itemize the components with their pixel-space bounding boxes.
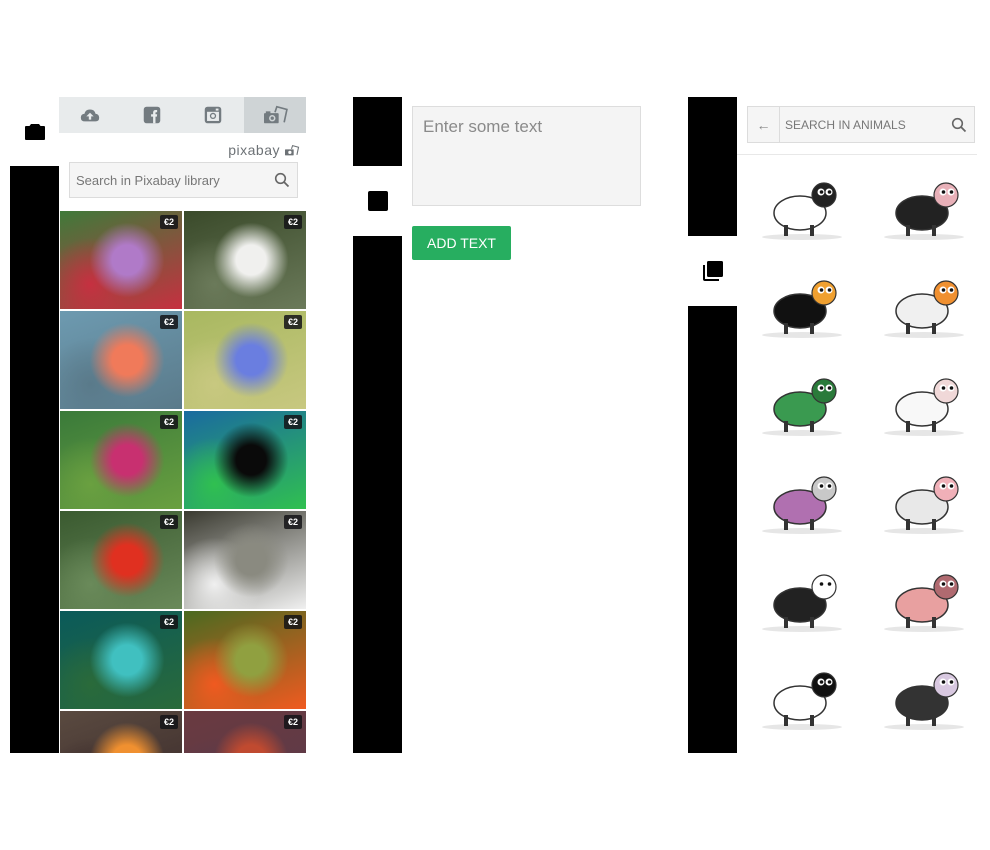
animal-sticker-panda[interactable] bbox=[752, 655, 852, 735]
photo-tile[interactable]: €2 bbox=[184, 411, 306, 509]
photo-tile[interactable]: €2 bbox=[184, 611, 306, 709]
text-input-wrapper bbox=[412, 106, 641, 206]
animals-search-input[interactable] bbox=[780, 107, 951, 142]
price-badge: €2 bbox=[283, 515, 302, 529]
tab-pixabay[interactable] bbox=[244, 97, 306, 133]
text-icon bbox=[701, 189, 725, 213]
sidebar-background bbox=[10, 306, 59, 753]
sidebar-tab-photos[interactable] bbox=[10, 97, 59, 167]
price-badge: €2 bbox=[159, 415, 178, 429]
pixabay-search-input[interactable] bbox=[70, 163, 266, 197]
penguin-icon bbox=[762, 574, 842, 632]
price-badge: €2 bbox=[159, 515, 178, 529]
camera-icon bbox=[701, 120, 725, 144]
photo-tile[interactable]: €2 bbox=[60, 411, 182, 509]
sidebar-tab-photos[interactable] bbox=[688, 97, 737, 167]
animal-sticker-toucan[interactable] bbox=[752, 263, 852, 343]
photo-tile[interactable]: €2 bbox=[60, 711, 182, 753]
animal-sticker-rhino[interactable] bbox=[752, 459, 852, 539]
animal-sticker-penguin[interactable] bbox=[752, 557, 852, 637]
text-icon bbox=[366, 189, 390, 213]
pixabay-search bbox=[69, 162, 298, 198]
photo-tile[interactable]: €2 bbox=[184, 511, 306, 609]
rabbit-icon bbox=[884, 476, 964, 534]
price-badge: €2 bbox=[283, 715, 302, 729]
photo-tile[interactable]: €2 bbox=[60, 211, 182, 309]
stork-icon bbox=[884, 280, 964, 338]
price-badge: €2 bbox=[283, 615, 302, 629]
sidebar-tab-images[interactable] bbox=[10, 236, 59, 306]
photo-grid: €2 €2 €2 €2 €2 €2 €2 €2 €2 €2 €2 €2 bbox=[60, 211, 306, 753]
animal-sticker-snake[interactable] bbox=[752, 361, 852, 441]
photo-tile[interactable]: €2 bbox=[184, 211, 306, 309]
sidebar-background bbox=[688, 306, 737, 753]
price-badge: €2 bbox=[283, 215, 302, 229]
search-icon[interactable] bbox=[274, 172, 290, 188]
price-badge: €2 bbox=[283, 415, 302, 429]
animal-sticker-zebra[interactable] bbox=[752, 165, 852, 245]
pixabay-camera-icon bbox=[264, 105, 289, 124]
search-icon[interactable] bbox=[951, 117, 967, 133]
animal-sticker-sheep[interactable] bbox=[874, 361, 974, 441]
photo-tile[interactable]: €2 bbox=[60, 311, 182, 409]
sheep-icon bbox=[884, 378, 964, 436]
sidebar-tab-photos[interactable] bbox=[353, 97, 402, 167]
animal-sticker-stork[interactable] bbox=[874, 263, 974, 343]
animals-search: ← bbox=[747, 106, 975, 143]
facebook-icon bbox=[143, 106, 160, 124]
price-badge: €2 bbox=[283, 315, 302, 329]
tab-facebook[interactable] bbox=[121, 97, 183, 133]
animal-sticker-pig[interactable] bbox=[874, 557, 974, 637]
arrow-left-icon: ← bbox=[756, 116, 771, 133]
sidebar-background bbox=[353, 306, 402, 753]
animal-sticker-ostrich[interactable] bbox=[874, 655, 974, 735]
camera-icon bbox=[23, 120, 47, 144]
photo-tile[interactable]: €2 bbox=[60, 511, 182, 609]
price-badge: €2 bbox=[159, 615, 178, 629]
text-icon bbox=[23, 189, 47, 213]
instagram-icon bbox=[205, 106, 222, 124]
tab-instagram[interactable] bbox=[183, 97, 245, 133]
ostrich-icon bbox=[884, 672, 964, 730]
provider-name: pixabay bbox=[228, 142, 280, 158]
snake-icon bbox=[762, 378, 842, 436]
image-library-icon bbox=[701, 259, 725, 283]
camera-icon bbox=[366, 120, 390, 144]
animal-sticker-vulture[interactable] bbox=[874, 165, 974, 245]
panda-icon bbox=[762, 672, 842, 730]
photo-tile[interactable]: €2 bbox=[184, 711, 306, 753]
photo-tile[interactable]: €2 bbox=[184, 311, 306, 409]
pig-icon bbox=[884, 574, 964, 632]
sidebar-tab-text[interactable] bbox=[688, 166, 737, 236]
animal-sticker-rabbit[interactable] bbox=[874, 459, 974, 539]
zebra-icon bbox=[762, 182, 842, 240]
cloud-upload-icon bbox=[80, 109, 100, 122]
divider bbox=[737, 154, 977, 155]
text-input[interactable] bbox=[413, 107, 640, 205]
pixabay-camera-icon bbox=[285, 144, 300, 155]
tab-upload[interactable] bbox=[59, 97, 121, 133]
add-text-button[interactable]: ADD TEXT bbox=[412, 226, 511, 260]
back-button[interactable]: ← bbox=[748, 107, 780, 142]
image-library-icon bbox=[366, 259, 390, 283]
price-badge: €2 bbox=[159, 215, 178, 229]
image-library-icon bbox=[23, 259, 47, 283]
photo-tile[interactable]: €2 bbox=[60, 611, 182, 709]
toucan-icon bbox=[762, 280, 842, 338]
sidebar-tab-images[interactable] bbox=[688, 236, 737, 306]
vulture-icon bbox=[884, 182, 964, 240]
rhino-icon bbox=[762, 476, 842, 534]
pixabay-logo: pixabay bbox=[200, 142, 300, 158]
price-badge: €2 bbox=[159, 715, 178, 729]
price-badge: €2 bbox=[159, 315, 178, 329]
sidebar-tab-images[interactable] bbox=[353, 236, 402, 306]
sidebar-tab-text[interactable] bbox=[353, 166, 402, 236]
source-tabs bbox=[59, 97, 306, 133]
sidebar-tab-text[interactable] bbox=[10, 166, 59, 236]
